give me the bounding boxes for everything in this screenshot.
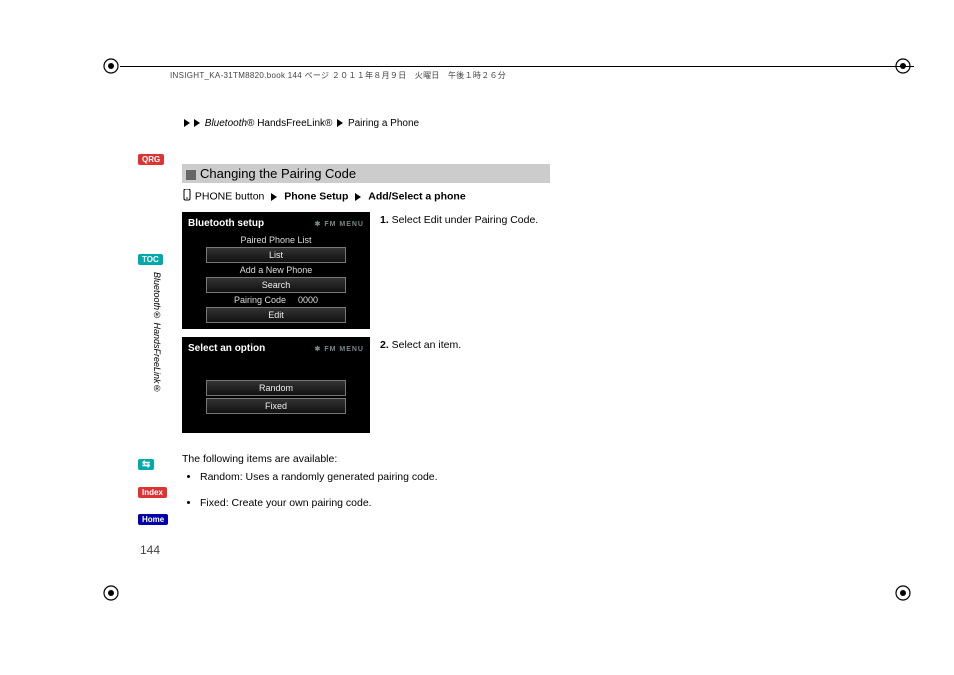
breadcrumb: Bluetooth® HandsFreeLink® Pairing a Phon…	[182, 118, 419, 129]
step-number: 2.	[380, 339, 389, 351]
page-number: 144	[140, 543, 160, 557]
breadcrumb-part-pairing: Pairing a Phone	[348, 118, 419, 129]
tab-nav[interactable]: ⇆	[138, 459, 154, 470]
breadcrumb-part-hfl: ® HandsFreeLink®	[247, 118, 332, 129]
nav-path: PHONE button Phone Setup Add/Select a ph…	[182, 189, 742, 204]
screenshot-select-option: Select an option ✱ FM MENU Random Fixed	[182, 337, 370, 433]
tab-toc[interactable]: TOC	[138, 254, 163, 265]
header-filename: INSIGHT_KA-31TM8820.book 144 ページ ２０１１年８月…	[170, 70, 506, 81]
nav-phone-setup: Phone Setup	[284, 190, 348, 202]
arrow-right-icon	[194, 119, 200, 127]
tab-home[interactable]: Home	[138, 514, 168, 525]
screen-button-search: Search	[206, 277, 346, 293]
screen-label: Pairing Code0000	[186, 295, 366, 305]
screen-status: ✱ FM MENU	[315, 220, 364, 228]
available-intro: The following items are available:	[182, 453, 742, 465]
screen-button-edit: Edit	[206, 307, 346, 323]
arrow-right-icon	[271, 193, 277, 201]
section-heading-text: Changing the Pairing Code	[200, 166, 356, 181]
screen-label: Paired Phone List	[186, 235, 366, 245]
crop-mark-icon	[100, 582, 122, 604]
screen-button-list: List	[206, 247, 346, 263]
available-items: The following items are available: Rando…	[182, 453, 742, 509]
heading-marker-icon	[186, 170, 196, 180]
header-divider	[120, 66, 914, 67]
section-heading: Changing the Pairing Code	[182, 164, 550, 183]
tab-index[interactable]: Index	[138, 487, 167, 498]
screen-button-random: Random	[206, 380, 346, 396]
step-number: 1.	[380, 214, 389, 226]
list-item: Random: Uses a randomly generated pairin…	[200, 471, 742, 483]
list-item: Fixed: Create your own pairing code.	[200, 497, 742, 509]
crop-mark-icon	[892, 582, 914, 604]
nav-add-select: Add/Select a phone	[368, 190, 465, 202]
phone-icon	[182, 189, 192, 204]
screen-label: Add a New Phone	[186, 265, 366, 275]
step-2: 2. Select an item.	[380, 337, 742, 433]
screen-title: Bluetooth setup	[188, 218, 264, 229]
arrow-right-icon	[184, 119, 190, 127]
screen-button-fixed: Fixed	[206, 398, 346, 414]
arrow-right-icon	[337, 119, 343, 127]
screenshot-bluetooth-setup: Bluetooth setup ✱ FM MENU Paired Phone L…	[182, 212, 370, 329]
screen-status: ✱ FM MENU	[315, 345, 364, 353]
breadcrumb-part-bluetooth: Bluetooth	[205, 118, 247, 129]
tab-qrg[interactable]: QRG	[138, 154, 164, 165]
screen-title: Select an option	[188, 343, 265, 354]
arrow-right-icon	[355, 193, 361, 201]
step-1: 1. Select Edit under Pairing Code.	[380, 212, 742, 329]
nav-phone-button: PHONE button	[195, 190, 264, 202]
section-side-label: Bluetooth® HandsFreeLink®	[150, 272, 162, 394]
crop-mark-icon	[100, 55, 122, 77]
